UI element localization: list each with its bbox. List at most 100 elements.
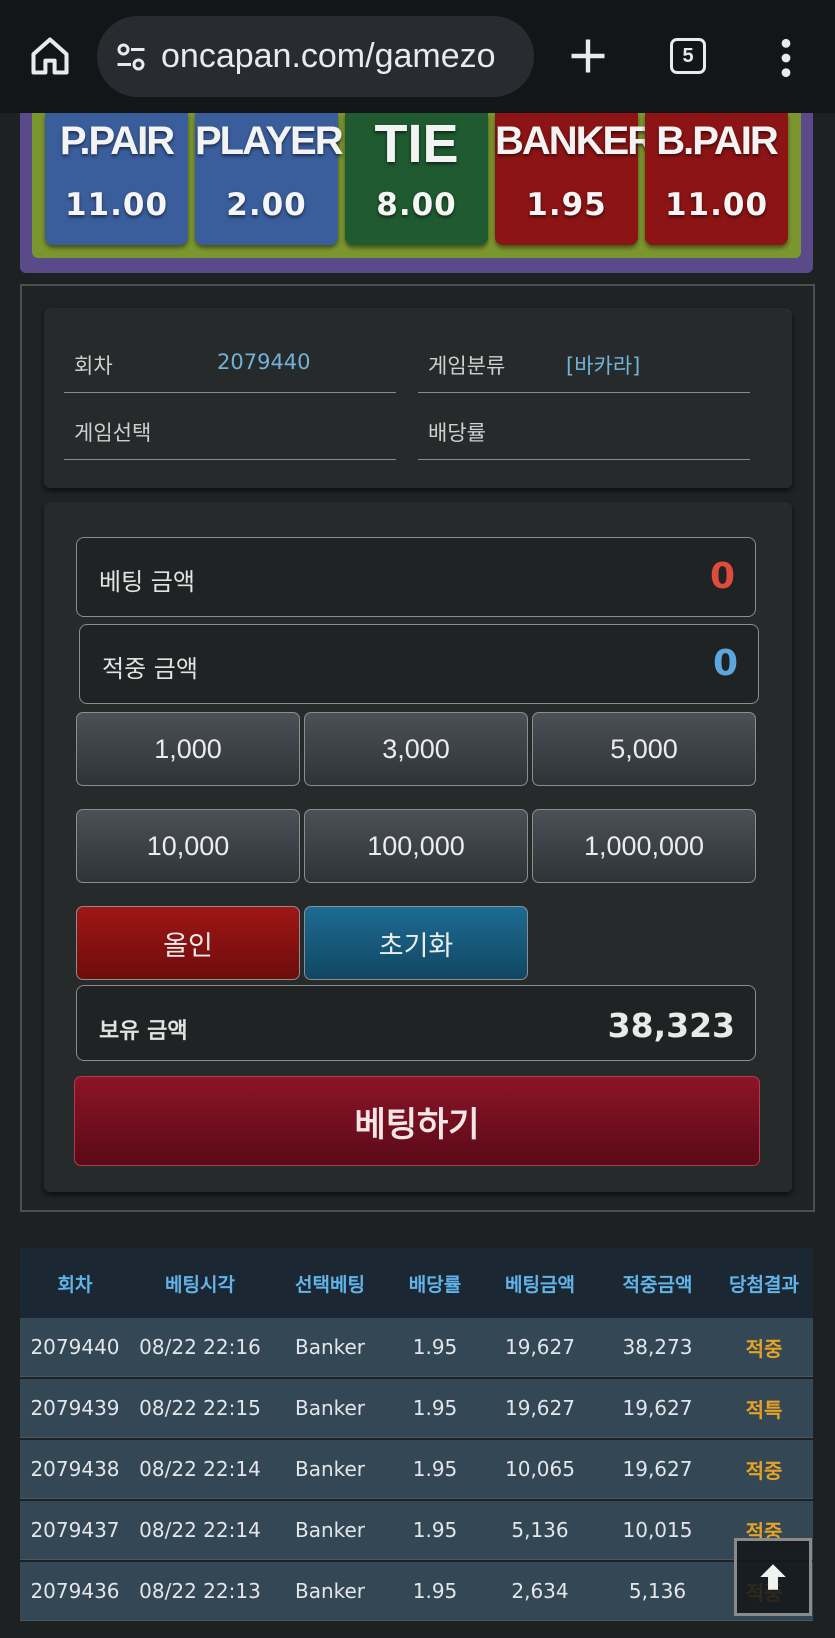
row-bet-amount: 2,634 xyxy=(511,1579,569,1603)
row-selection: Banker xyxy=(294,1579,366,1603)
chip-1000-button[interactable]: 1,000 xyxy=(76,712,300,786)
row-result: 적특 xyxy=(745,1397,783,1422)
info-round: 회차 2079440 xyxy=(64,328,396,393)
chip-10000-button[interactable]: 10,000 xyxy=(76,809,300,883)
row-win-amount: 38,273 xyxy=(622,1335,693,1359)
bet-amount-label: 베팅 금액 xyxy=(99,568,195,596)
odds-name: PLAYER xyxy=(195,119,344,163)
category-label: 게임분류 xyxy=(428,354,506,378)
odds-card-tie[interactable]: TIE 8.00 xyxy=(345,113,488,245)
row-result: 적중 xyxy=(745,1336,783,1361)
odds-value: 1.95 xyxy=(526,187,607,223)
row-selection: Banker xyxy=(294,1396,366,1420)
header-win-amount: 적중금액 xyxy=(622,1273,693,1296)
row-odds: 1.95 xyxy=(412,1335,458,1359)
row-bet-time: 08/22 22:14 xyxy=(139,1518,261,1542)
row-bet-time: 08/22 22:14 xyxy=(139,1457,261,1481)
table-row: 2079440 08/22 22:16 Banker 1.95 19,627 3… xyxy=(20,1318,813,1377)
bet-input-panel: 베팅 금액 0 적중 금액 0 1,000 3,000 5,000 10,000… xyxy=(44,502,792,1192)
odds-name: B.PAIR xyxy=(656,119,779,163)
row-result: 적중 xyxy=(745,1458,783,1483)
home-icon[interactable] xyxy=(28,34,72,78)
selection-label: 게임선택 xyxy=(74,421,152,445)
info-odds: 배당률 xyxy=(418,395,750,460)
balance-field: 보유 금액 38,323 xyxy=(76,985,756,1061)
row-odds: 1.95 xyxy=(412,1518,458,1542)
site-settings-icon[interactable] xyxy=(113,39,149,75)
row-selection: Banker xyxy=(294,1518,366,1542)
url-text: oncapan.com/gamezo xyxy=(161,37,496,75)
header-round: 회차 xyxy=(57,1273,93,1296)
odds-board: P.PAIR 11.00 PLAYER 2.00 TIE 8.00 BANKER… xyxy=(20,113,813,273)
table-row: 2079439 08/22 22:15 Banker 1.95 19,627 1… xyxy=(20,1379,813,1438)
odds-label: 배당률 xyxy=(428,421,486,445)
row-round: 2079438 xyxy=(30,1457,120,1481)
chip-5000-button[interactable]: 5,000 xyxy=(532,712,756,786)
place-bet-button[interactable]: 베팅하기 xyxy=(74,1076,760,1166)
odds-value: 8.00 xyxy=(376,187,457,223)
table-row: 2079437 08/22 22:14 Banker 1.95 5,136 10… xyxy=(20,1501,813,1560)
row-round: 2079440 xyxy=(30,1335,120,1359)
header-result: 당첨결과 xyxy=(729,1273,799,1296)
row-round: 2079439 xyxy=(30,1396,120,1420)
row-bet-time: 08/22 22:13 xyxy=(139,1579,261,1603)
game-info-panel: 회차 2079440 게임분류 [바카라] 게임선택 배당률 xyxy=(44,308,792,488)
odds-value: 11.00 xyxy=(64,187,169,223)
balance-value: 38,323 xyxy=(607,1006,735,1045)
win-amount-field: 적중 금액 0 xyxy=(79,624,759,704)
info-selection: 게임선택 xyxy=(64,395,396,460)
tab-switcher-button[interactable]: 5 xyxy=(670,38,706,74)
win-amount-value: 0 xyxy=(712,643,738,684)
round-value: 2079440 xyxy=(217,350,311,374)
balance-label: 보유 금액 xyxy=(99,1019,188,1044)
odds-card-player[interactable]: PLAYER 2.00 xyxy=(195,113,344,245)
more-menu-icon[interactable] xyxy=(772,36,800,80)
new-tab-icon[interactable] xyxy=(566,34,610,78)
row-bet-time: 08/22 22:15 xyxy=(139,1396,261,1420)
all-in-button[interactable]: 올인 xyxy=(76,906,300,980)
bet-history-table: 회차 베팅시각 선택베팅 배당률 베팅금액 적중금액 당첨결과 2079440 … xyxy=(20,1248,813,1638)
row-selection: Banker xyxy=(294,1335,366,1359)
address-bar[interactable]: oncapan.com/gamezo xyxy=(97,16,534,97)
category-value: [바카라] xyxy=(566,354,641,378)
odds-card-banker-pair[interactable]: B.PAIR 11.00 xyxy=(645,113,788,245)
odds-board-inner: P.PAIR 11.00 PLAYER 2.00 TIE 8.00 BANKER… xyxy=(32,113,801,258)
row-bet-time: 08/22 22:16 xyxy=(139,1335,261,1359)
info-category: 게임분류 [바카라] xyxy=(418,328,750,393)
odds-card-player-pair[interactable]: P.PAIR 11.00 xyxy=(45,113,188,245)
arrow-up-icon xyxy=(760,1564,786,1590)
bet-amount-value: 0 xyxy=(709,556,735,597)
header-odds: 배당률 xyxy=(408,1273,462,1296)
betting-section: 회차 2079440 게임분류 [바카라] 게임선택 배당률 베팅 금액 0 적… xyxy=(20,284,815,1212)
chip-3000-button[interactable]: 3,000 xyxy=(304,712,528,786)
row-win-amount: 19,627 xyxy=(622,1457,693,1481)
odds-card-banker[interactable]: BANKER 1.95 xyxy=(495,113,656,245)
win-amount-label: 적중 금액 xyxy=(102,655,198,683)
table-row: 2079438 08/22 22:14 Banker 1.95 10,065 1… xyxy=(20,1440,813,1499)
browser-toolbar: oncapan.com/gamezo 5 xyxy=(0,0,835,113)
chip-1000000-button[interactable]: 1,000,000 xyxy=(532,809,756,883)
odds-value: 11.00 xyxy=(664,187,769,223)
row-bet-amount: 19,627 xyxy=(505,1396,575,1420)
table-header: 회차 베팅시각 선택베팅 배당률 베팅금액 적중금액 당첨결과 xyxy=(20,1248,813,1318)
row-win-amount: 19,627 xyxy=(622,1396,693,1420)
row-selection: Banker xyxy=(294,1457,366,1481)
header-bet-amount: 베팅금액 xyxy=(505,1273,575,1296)
round-label: 회차 xyxy=(74,354,113,378)
row-odds: 1.95 xyxy=(412,1457,458,1481)
row-bet-amount: 5,136 xyxy=(511,1518,569,1542)
row-bet-amount: 19,627 xyxy=(505,1335,575,1359)
row-bet-amount: 10,065 xyxy=(505,1457,575,1481)
bet-amount-field[interactable]: 베팅 금액 0 xyxy=(76,537,756,617)
chip-100000-button[interactable]: 100,000 xyxy=(304,809,528,883)
row-odds: 1.95 xyxy=(412,1396,458,1420)
table-row: 2079436 08/22 22:13 Banker 1.95 2,634 5,… xyxy=(20,1562,813,1621)
scroll-to-top-button[interactable] xyxy=(734,1538,812,1616)
reset-button[interactable]: 초기화 xyxy=(304,906,528,980)
header-selection: 선택베팅 xyxy=(295,1273,365,1296)
header-bet-time: 베팅시각 xyxy=(165,1273,235,1296)
row-odds: 1.95 xyxy=(412,1579,458,1603)
row-win-amount: 10,015 xyxy=(622,1518,693,1542)
odds-name: TIE xyxy=(374,114,459,174)
odds-value: 2.00 xyxy=(226,187,307,223)
